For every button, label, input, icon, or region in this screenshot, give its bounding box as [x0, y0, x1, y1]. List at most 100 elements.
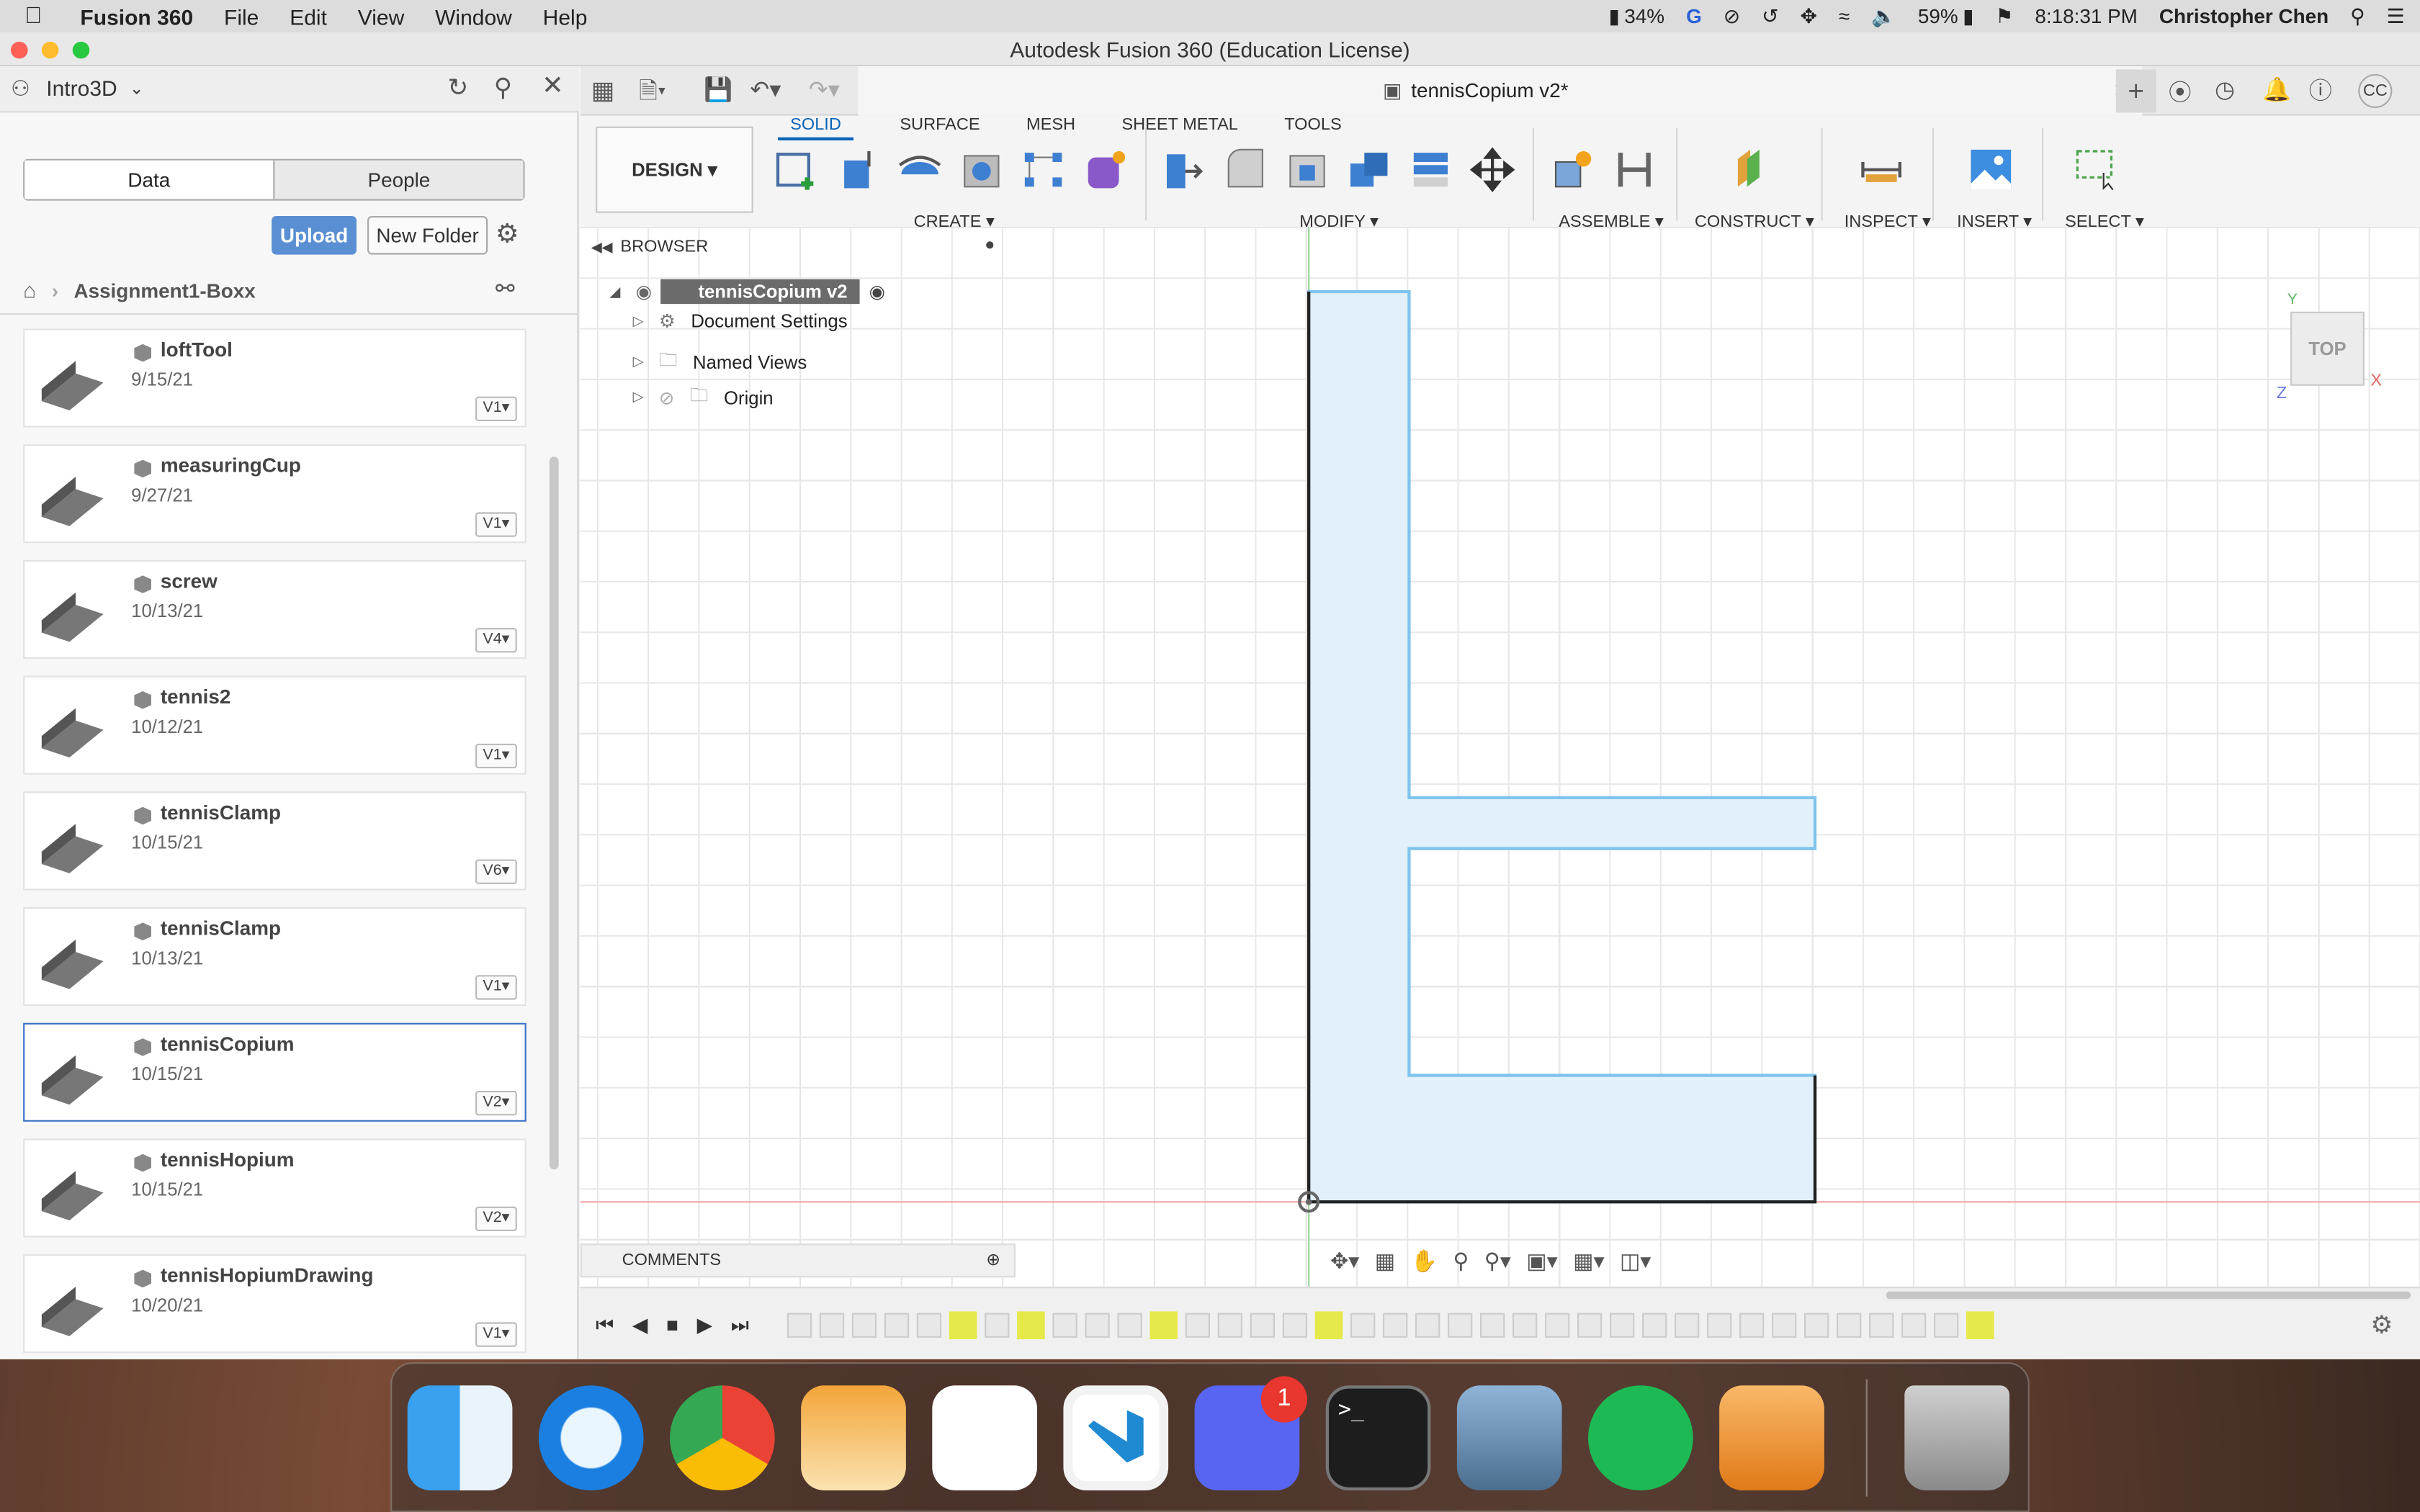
- tab-people[interactable]: People: [274, 160, 524, 199]
- menu-view[interactable]: View: [358, 4, 404, 28]
- version-dropdown[interactable]: V2▾: [475, 1206, 517, 1231]
- tab-solid[interactable]: SOLID: [778, 116, 854, 140]
- expand-triangle-icon[interactable]: ◢: [609, 283, 620, 300]
- comments-panel[interactable]: COMMENTS ⊕: [580, 1243, 1016, 1278]
- spotify-icon[interactable]: [1588, 1385, 1693, 1490]
- timeline-scrollbar[interactable]: [1886, 1291, 2411, 1300]
- eye-icon[interactable]: ◉: [636, 281, 652, 302]
- chrome-icon[interactable]: [670, 1385, 775, 1490]
- timeline-feature-icon[interactable]: [1707, 1313, 1732, 1338]
- go-to-start-icon[interactable]: ⏮: [596, 1313, 614, 1338]
- g-app-icon[interactable]: G: [1686, 0, 1702, 32]
- timeline-feature-highlighted[interactable]: [949, 1311, 977, 1339]
- timeline-feature-icon[interactable]: [1350, 1313, 1376, 1338]
- timeline-feature-icon[interactable]: [1934, 1313, 1959, 1338]
- create-sketch-icon[interactable]: [774, 147, 820, 193]
- timeline-feature-icon[interactable]: [1837, 1313, 1862, 1338]
- trash-icon[interactable]: [1904, 1385, 2009, 1490]
- new-folder-button[interactable]: New Folder: [367, 216, 488, 255]
- timeline-feature-icon[interactable]: [1480, 1313, 1505, 1338]
- file-list-scrollbar[interactable]: [549, 456, 559, 1170]
- add-comment-icon[interactable]: ⊕: [986, 1245, 1000, 1276]
- timeline-feature-icon[interactable]: [1282, 1313, 1307, 1338]
- version-dropdown[interactable]: V4▾: [475, 628, 517, 653]
- expand-arrow-icon[interactable]: ▷: [633, 312, 644, 330]
- expand-arrow-icon[interactable]: ▷: [633, 389, 644, 406]
- bluetooth-icon[interactable]: ✥: [1801, 0, 1817, 32]
- timeline-feature-icon[interactable]: [1577, 1313, 1603, 1338]
- tab-mesh[interactable]: MESH: [1026, 116, 1075, 140]
- notifications-icon[interactable]: 🔔: [2262, 76, 2291, 103]
- zoom-icon[interactable]: ⚲: [1453, 1248, 1469, 1274]
- file-card[interactable]: tennisHopiumDrawing 10/20/21 V1▾: [23, 1254, 526, 1354]
- extrude-icon[interactable]: [835, 147, 881, 193]
- move-icon[interactable]: [1469, 147, 1515, 193]
- timeline-feature-icon[interactable]: [1610, 1313, 1635, 1338]
- create-form-icon[interactable]: [1082, 147, 1128, 193]
- offset-face-icon[interactable]: [1407, 147, 1453, 193]
- file-card[interactable]: tennisHopium 10/15/21 V2▾: [23, 1138, 526, 1238]
- combine-icon[interactable]: [1346, 147, 1392, 193]
- menu-app-name[interactable]: Fusion 360: [80, 4, 193, 28]
- menubar-clock[interactable]: 8:18:31 PM: [2035, 4, 2138, 27]
- grid-settings-icon[interactable]: ▦▾: [1573, 1248, 1604, 1274]
- finder-icon[interactable]: [407, 1385, 513, 1490]
- timeline-feature-icon[interactable]: [1217, 1313, 1242, 1338]
- home-icon[interactable]: ⌂: [23, 278, 36, 302]
- volume-icon[interactable]: 🔈: [1871, 0, 1896, 32]
- timeline-feature-highlighted[interactable]: [1150, 1311, 1178, 1339]
- timeline-feature-icon[interactable]: [1250, 1313, 1275, 1338]
- apple-icon[interactable]: : [24, 2, 53, 30]
- safari-icon[interactable]: [538, 1385, 644, 1490]
- tab-data[interactable]: Data: [24, 160, 275, 199]
- close-window-button[interactable]: [11, 41, 28, 59]
- job-status-icon[interactable]: ◷: [2215, 76, 2235, 103]
- timeline-feature-highlighted[interactable]: [1314, 1311, 1343, 1339]
- collapse-browser-icon[interactable]: ◀◀: [591, 239, 613, 256]
- workspace-switcher[interactable]: DESIGN ▾: [596, 126, 753, 213]
- version-dropdown[interactable]: V1▾: [475, 396, 517, 421]
- menu-file[interactable]: File: [224, 4, 259, 28]
- hole-icon[interactable]: [959, 147, 1005, 193]
- insert-image-icon[interactable]: [1968, 147, 2014, 193]
- tab-surface[interactable]: SURFACE: [900, 116, 980, 140]
- spotlight-search-icon[interactable]: ⚲: [2350, 0, 2365, 32]
- wifi-icon[interactable]: ≈: [1839, 0, 1850, 32]
- revolve-icon[interactable]: [897, 147, 943, 193]
- timeline-feature-icon[interactable]: [851, 1313, 877, 1338]
- battery-status-1[interactable]: ▮ 34%: [1609, 0, 1665, 32]
- menu-edit[interactable]: Edit: [290, 4, 327, 28]
- zoom-fit-icon[interactable]: ⚲▾: [1484, 1248, 1511, 1274]
- press-pull-icon[interactable]: [1160, 147, 1206, 193]
- step-forward-icon[interactable]: ▶: [697, 1313, 712, 1338]
- fusion360-icon[interactable]: [1719, 1385, 1824, 1490]
- timeline-settings-gear-icon[interactable]: ⚙: [2370, 1310, 2393, 1341]
- expand-arrow-icon[interactable]: ▷: [633, 354, 644, 371]
- tree-node-document-settings[interactable]: ▷ ⚙ Document Settings: [633, 310, 848, 332]
- version-dropdown[interactable]: V1▾: [475, 512, 517, 537]
- viewports-icon[interactable]: ◫▾: [1620, 1248, 1651, 1274]
- globe-icon[interactable]: ⚯: [496, 274, 515, 302]
- new-tab-icon[interactable]: +: [2115, 69, 2156, 113]
- timeline-feature-icon[interactable]: [1739, 1313, 1765, 1338]
- activate-radio-icon[interactable]: ◉: [869, 281, 885, 302]
- browser-pin-icon[interactable]: ●: [985, 236, 995, 255]
- timeline-feature-icon[interactable]: [786, 1313, 812, 1338]
- file-card[interactable]: screw 10/13/21 V4▾: [23, 559, 526, 659]
- time-machine-icon[interactable]: ↺: [1762, 0, 1778, 32]
- zoom-window-button[interactable]: [72, 41, 90, 59]
- version-dropdown[interactable]: V2▾: [475, 1091, 517, 1116]
- timeline-feature-icon[interactable]: [1675, 1313, 1700, 1338]
- menu-window[interactable]: Window: [435, 4, 512, 28]
- undo-icon[interactable]: ↶▾: [750, 76, 781, 103]
- timeline-feature-icon[interactable]: [1117, 1313, 1142, 1338]
- tree-node-origin[interactable]: ▷ ⊘ 🗀 Origin: [633, 381, 774, 413]
- file-card[interactable]: tennisClamp 10/13/21 V1▾: [23, 907, 526, 1007]
- save-icon[interactable]: 💾: [704, 76, 732, 103]
- slack-icon[interactable]: [932, 1385, 1037, 1490]
- timeline-feature-icon[interactable]: [1447, 1313, 1473, 1338]
- root-node-label[interactable]: tennisCopium v2: [661, 279, 860, 305]
- vscode-icon[interactable]: [1063, 1385, 1169, 1490]
- timeline-feature-icon[interactable]: [1869, 1313, 1894, 1338]
- new-component-icon[interactable]: [1549, 147, 1595, 193]
